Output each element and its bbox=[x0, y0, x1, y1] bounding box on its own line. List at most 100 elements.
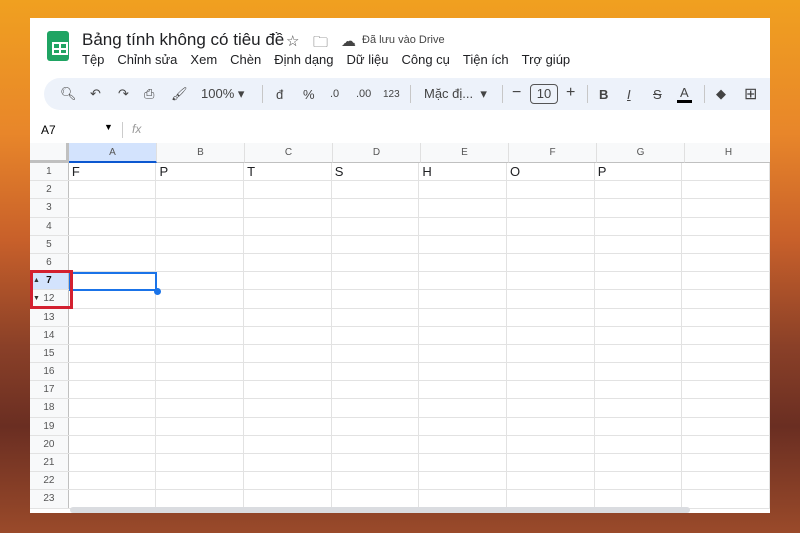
column-header-E[interactable]: E bbox=[421, 143, 509, 163]
menu-item[interactable]: Chèn bbox=[230, 52, 261, 67]
column-header-B[interactable]: B bbox=[157, 143, 245, 163]
cell-A13[interactable] bbox=[69, 308, 157, 326]
cell-C7[interactable] bbox=[244, 272, 332, 290]
cell-D13[interactable] bbox=[332, 308, 420, 326]
menu-item[interactable]: Tiện ích bbox=[463, 52, 509, 67]
cell-H22[interactable] bbox=[682, 472, 770, 490]
cell-A22[interactable] bbox=[69, 472, 157, 490]
cell-E2[interactable] bbox=[419, 181, 508, 199]
cell-F12[interactable] bbox=[507, 290, 595, 308]
cell-B16[interactable] bbox=[156, 363, 245, 381]
cell-A1[interactable]: F bbox=[69, 163, 157, 181]
cell-F20[interactable] bbox=[507, 435, 595, 453]
cell-D15[interactable] bbox=[332, 344, 420, 363]
cell-B19[interactable] bbox=[156, 417, 245, 435]
cell-A16[interactable] bbox=[69, 363, 157, 381]
cell-B7[interactable] bbox=[156, 272, 245, 290]
cell-A23[interactable] bbox=[69, 490, 157, 508]
cell-D21[interactable] bbox=[332, 454, 420, 472]
currency-button[interactable]: đ bbox=[276, 87, 283, 102]
cell-H7[interactable] bbox=[682, 272, 770, 290]
cell-F19[interactable] bbox=[507, 417, 595, 435]
cell-E14[interactable] bbox=[419, 326, 508, 344]
row-header[interactable]: 4 bbox=[30, 217, 69, 235]
horizontal-scrollbar[interactable] bbox=[70, 507, 690, 513]
cell-G3[interactable] bbox=[595, 199, 683, 217]
cell-C23[interactable] bbox=[244, 490, 332, 508]
row-header[interactable]: 16 bbox=[30, 363, 69, 381]
cell-E6[interactable] bbox=[419, 253, 508, 272]
cell-G12[interactable] bbox=[595, 290, 683, 308]
cell-E7[interactable] bbox=[419, 272, 508, 290]
row-header[interactable]: 19 bbox=[30, 417, 69, 435]
cell-D7[interactable] bbox=[332, 272, 420, 290]
cell-E16[interactable] bbox=[419, 363, 508, 381]
cell-G21[interactable] bbox=[595, 454, 683, 472]
name-box[interactable]: A7 bbox=[41, 123, 56, 137]
cell-C12[interactable] bbox=[244, 290, 332, 308]
cell-H20[interactable] bbox=[682, 435, 770, 453]
cell-H21[interactable] bbox=[682, 454, 770, 472]
row-header[interactable]: 3 bbox=[30, 199, 69, 217]
column-header-G[interactable]: G bbox=[597, 143, 685, 163]
italic-button[interactable]: I bbox=[627, 87, 631, 102]
font-size-increase-button[interactable]: + bbox=[566, 84, 575, 102]
cell-F21[interactable] bbox=[507, 454, 595, 472]
cell-F2[interactable] bbox=[507, 181, 595, 199]
cell-G5[interactable] bbox=[595, 235, 683, 253]
cell-C5[interactable] bbox=[244, 235, 332, 253]
menu-item[interactable]: Trợ giúp bbox=[522, 52, 571, 67]
increase-decimal-button[interactable]: .00 bbox=[356, 88, 371, 100]
cell-F6[interactable] bbox=[507, 253, 595, 272]
cell-G16[interactable] bbox=[595, 363, 683, 381]
row-header[interactable]: 6 bbox=[30, 253, 69, 272]
print-icon[interactable]: ⎙ bbox=[144, 86, 154, 102]
cell-B12[interactable] bbox=[156, 290, 245, 308]
cell-C18[interactable] bbox=[244, 399, 332, 417]
cell-A2[interactable] bbox=[69, 181, 157, 199]
font-select[interactable]: Mặc đị... ▾ bbox=[424, 86, 487, 102]
cell-B15[interactable] bbox=[156, 344, 245, 363]
search-icon[interactable]: 🔍︎ bbox=[60, 86, 77, 102]
menu-item[interactable]: Tệp bbox=[82, 52, 104, 67]
strikethrough-button[interactable]: S bbox=[653, 87, 662, 102]
cell-H16[interactable] bbox=[682, 363, 770, 381]
cell-E20[interactable] bbox=[419, 435, 508, 453]
cell-C19[interactable] bbox=[244, 417, 332, 435]
cell-H23[interactable] bbox=[682, 490, 770, 508]
cell-E3[interactable] bbox=[419, 199, 508, 217]
cell-A15[interactable] bbox=[69, 344, 157, 363]
cell-G4[interactable] bbox=[595, 217, 683, 235]
row-header[interactable]: 5 bbox=[30, 235, 69, 253]
cell-A21[interactable] bbox=[69, 454, 157, 472]
row-header[interactable]: 14 bbox=[30, 326, 69, 344]
cell-C22[interactable] bbox=[244, 472, 332, 490]
decrease-decimal-button[interactable]: .0 bbox=[330, 88, 339, 100]
cell-H19[interactable] bbox=[682, 417, 770, 435]
cell-D18[interactable] bbox=[332, 399, 420, 417]
cell-B14[interactable] bbox=[156, 326, 245, 344]
cloud-saved-icon[interactable]: ☁ bbox=[341, 32, 356, 50]
row-header[interactable]: 2 bbox=[30, 181, 69, 199]
name-box-dropdown-icon[interactable]: ▼ bbox=[104, 122, 113, 132]
menu-item[interactable]: Xem bbox=[190, 52, 217, 67]
cell-F23[interactable] bbox=[507, 490, 595, 508]
cell-F13[interactable] bbox=[507, 308, 595, 326]
row-header[interactable]: 23 bbox=[30, 490, 69, 508]
paint-format-icon[interactable]: 🖌︎ bbox=[171, 86, 188, 102]
zoom-select[interactable]: 100% ▾ bbox=[201, 86, 244, 102]
cell-F17[interactable] bbox=[507, 381, 595, 399]
font-size-input[interactable]: 10 bbox=[530, 84, 558, 104]
cell-G18[interactable] bbox=[595, 399, 683, 417]
cell-G2[interactable] bbox=[595, 181, 683, 199]
cell-D12[interactable] bbox=[332, 290, 420, 308]
cell-E5[interactable] bbox=[419, 235, 508, 253]
cell-F5[interactable] bbox=[507, 235, 595, 253]
cell-B21[interactable] bbox=[156, 454, 245, 472]
cell-D1[interactable]: S bbox=[332, 163, 420, 181]
cell-C6[interactable] bbox=[244, 253, 332, 272]
cell-G1[interactable]: P bbox=[595, 163, 683, 181]
cell-G19[interactable] bbox=[595, 417, 683, 435]
column-header-C[interactable]: C bbox=[245, 143, 333, 163]
menu-item[interactable]: Công cụ bbox=[401, 52, 449, 67]
